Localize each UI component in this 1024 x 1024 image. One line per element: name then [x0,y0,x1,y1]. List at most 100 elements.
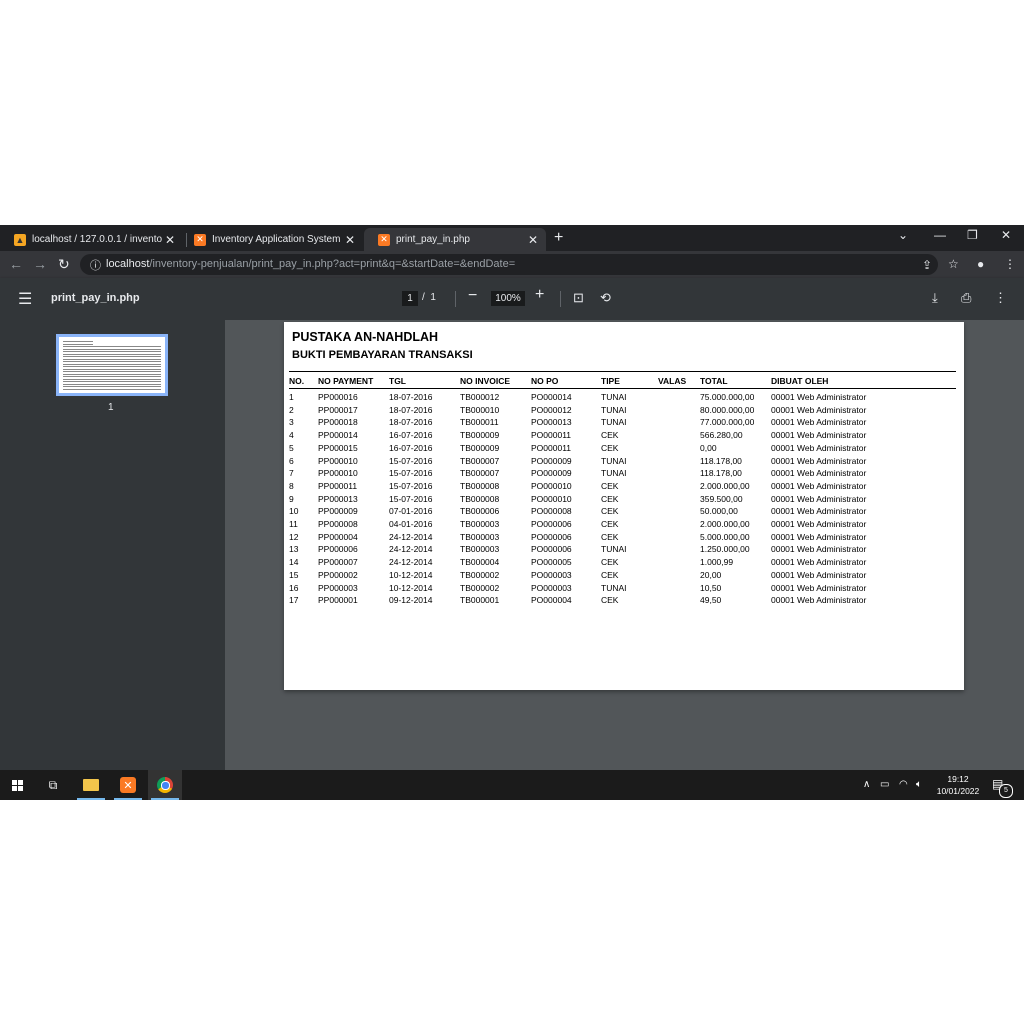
more-options-icon[interactable]: ⋮ [994,290,1007,306]
document-title: PUSTAKA AN-NAHDLAH [292,330,439,344]
chrome-button[interactable] [148,770,182,800]
table-cell-tgl: 15-07-2016 [389,493,433,504]
share-icon[interactable]: ⇪ [922,258,932,272]
download-icon[interactable]: ⤓ [932,290,938,306]
table-cell-no: 5 [289,442,294,453]
url-text[interactable]: localhost/inventory-penjualan/print_pay_… [106,258,515,270]
table-cell-tgl: 15-07-2016 [389,480,433,491]
table-cell-no: 4 [289,430,294,441]
table-cell-no-invoice: TB000007 [460,468,500,479]
table-cell-no-po: PO000008 [531,506,572,517]
table-cell-no-invoice: TB000002 [460,582,500,593]
table-cell-no-payment: PP000001 [318,595,358,606]
forward-icon[interactable]: → [33,256,47,272]
rotate-icon[interactable]: ⟲ [600,290,611,306]
tab-search-icon[interactable]: ⌄ [898,228,908,242]
table-cell-total: 75.000.000,00 [700,392,755,402]
table-cell-tgl: 15-07-2016 [389,455,433,466]
table-cell-no: 16 [289,582,299,593]
battery-icon[interactable]: ▭ [880,779,889,790]
tab-inventory-app[interactable]: ✕ Inventory Application System PUSTAKA ✕ [180,228,363,251]
close-tab-icon[interactable]: ✕ [345,233,355,247]
wifi-icon[interactable]: ◠ [899,779,908,790]
tab-title: Inventory Application System PUSTAKA [212,234,342,245]
xampp-button[interactable]: ✕ [111,770,145,800]
volume-icon[interactable]: 🔈︎ [916,779,922,790]
thumbnail-line [63,386,161,387]
site-info-icon[interactable]: ⓘ [90,257,101,273]
table-cell-no: 10 [289,506,299,517]
sidebar-menu-icon[interactable]: ☰ [18,289,32,309]
table-cell-no-payment: PP000008 [318,519,358,529]
task-view-button[interactable]: ⧉ [36,770,70,800]
thumbnail-line [63,368,161,370]
file-explorer-button[interactable] [74,770,108,800]
start-button[interactable] [0,770,34,800]
tab-phpmyadmin[interactable]: ▲ localhost / 127.0.0.1 / inventory | ✕ [0,228,183,251]
page-number-input[interactable]: 1 [402,291,418,306]
bookmark-star-icon[interactable]: ☆ [948,257,959,271]
profile-icon[interactable]: ● [977,257,984,271]
table-cell-tgl: 04-01-2016 [389,519,433,529]
table-cell-dibuat-oleh: 00001 Web Administrator [771,493,867,504]
address-bar[interactable]: ⓘ localhost/inventory-penjualan/print_pa… [80,254,938,275]
zoom-level-input[interactable]: 100% [491,291,525,306]
back-icon[interactable]: ← [9,256,23,272]
table-cell-no-invoice: TB000003 [460,531,500,542]
table-cell-no-po: PO000003 [531,569,572,580]
close-tab-icon[interactable]: ✕ [165,233,175,247]
table-cell-no-po: PO000013 [531,417,572,428]
print-icon[interactable]: ⎙ [961,290,971,306]
table-cell-tgl: 18-07-2016 [389,417,433,428]
fit-to-page-icon[interactable]: ⊡ [573,290,584,306]
close-window-icon[interactable]: ✕ [1001,228,1011,242]
table-cell-no-invoice: TB000011 [460,417,499,428]
task-view-icon: ⧉ [48,777,58,792]
toolbar-divider [455,291,456,307]
close-tab-icon[interactable]: ✕ [528,233,538,247]
table-cell-no-payment: PP000002 [318,569,358,580]
header-tipe: TIPE [601,376,620,386]
document-subtitle: BUKTI PEMBAYARAN TRANSAKSI [292,349,473,361]
header-no-invoice: NO INVOICE [460,376,511,386]
xampp-icon: ✕ [194,233,206,246]
table-cell-total: 80.000.000,00 [700,404,755,415]
table-cell-dibuat-oleh: 00001 Web Administrator [771,442,867,453]
table-cell-dibuat-oleh: 00001 Web Administrator [771,480,867,491]
tab-print-pay-in[interactable]: ✕ print_pay_in.php ✕ [364,228,546,251]
table-cell-tgl: 16-07-2016 [389,430,433,441]
table-cell-tgl: 15-07-2016 [389,468,433,479]
zoom-in-icon[interactable]: + [535,286,544,304]
table-cell-no: 3 [289,417,294,428]
show-hidden-icons-icon[interactable]: ∧ [863,779,870,790]
chrome-icon [157,777,173,793]
zoom-out-icon[interactable]: − [468,287,477,305]
table-cell-dibuat-oleh: 00001 Web Administrator [771,595,867,606]
table-cell-no-payment: PP000006 [318,544,358,555]
table-cell-tgl: 10-12-2014 [389,582,433,593]
tab-strip: ▲ localhost / 127.0.0.1 / inventory | ✕ … [0,225,1024,251]
chrome-menu-icon[interactable]: ⋮ [1004,257,1016,271]
table-cell-no-po: PO000011 [531,430,572,441]
table-cell-tgl: 18-07-2016 [389,404,433,415]
restore-icon[interactable]: ❐ [967,228,978,242]
table-cell-total: 359.500,00 [700,493,743,504]
header-no-payment: NO PAYMENT [318,376,374,386]
thumbnail-line [63,343,93,345]
table-cell-no-payment: PP000007 [318,557,358,568]
table-cell-tipe: CEK [601,519,619,529]
page-thumbnail[interactable] [56,334,168,396]
table-cell-tipe: TUNAI [601,404,627,415]
table-top-rule [289,371,956,372]
table-cell-total: 1.000,99 [700,557,734,568]
table-cell-no-po: PO000014 [531,392,572,402]
reload-icon[interactable]: ↻ [58,256,70,273]
system-clock[interactable]: 19:12 10/01/2022 [932,773,984,797]
table-cell-no-invoice: TB000003 [460,544,500,555]
header-tgl: TGL [389,376,406,386]
table-cell-total: 20,00 [700,569,722,580]
minimize-icon[interactable]: — [934,228,946,242]
xampp-icon: ✕ [120,777,136,793]
new-tab-icon[interactable]: + [554,229,563,247]
table-cell-no-invoice: TB000008 [460,480,500,491]
